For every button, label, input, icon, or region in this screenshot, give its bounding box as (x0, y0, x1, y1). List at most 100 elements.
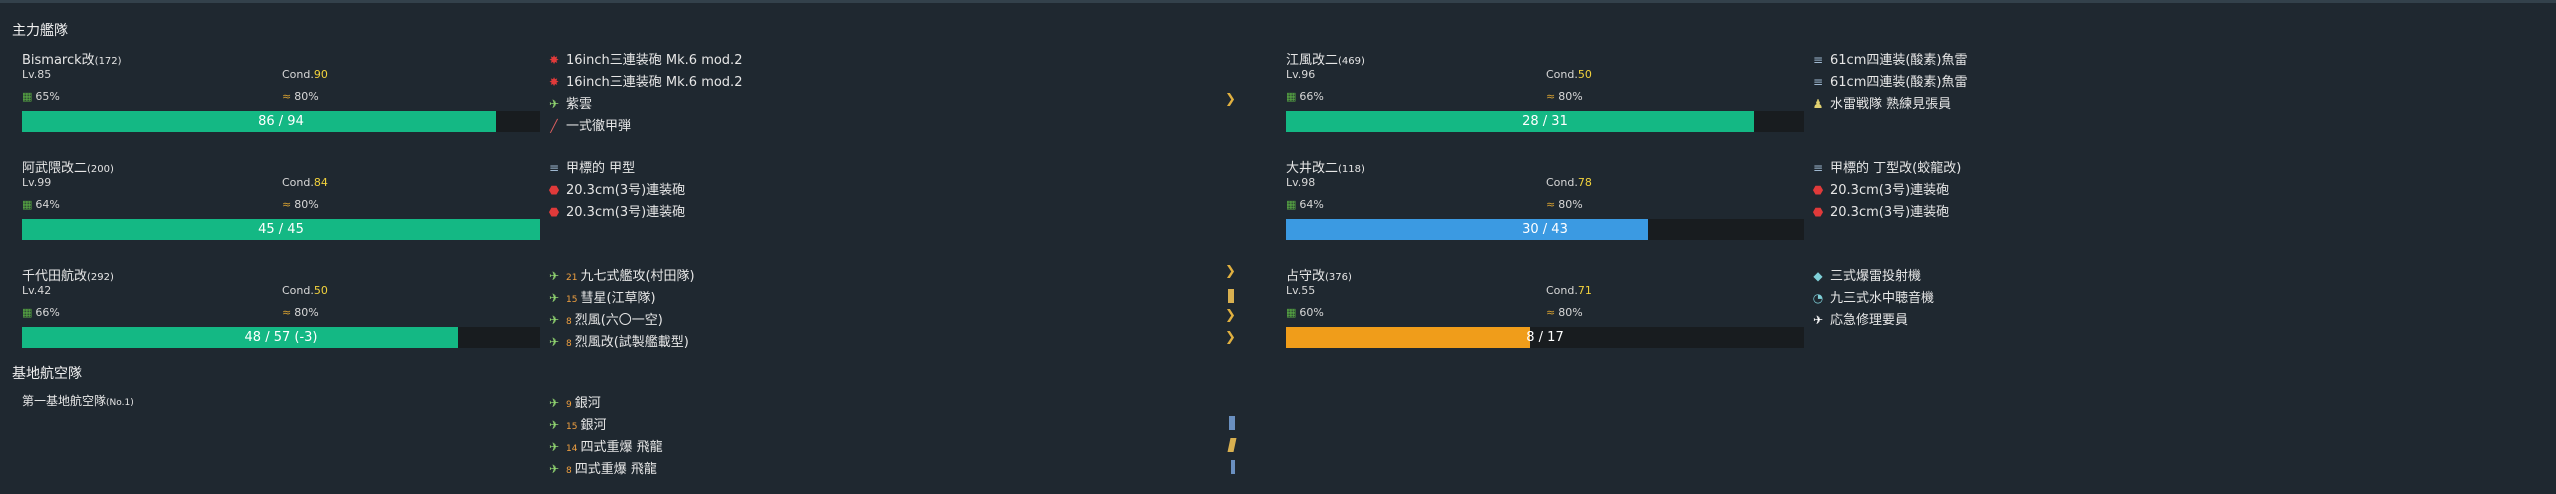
ship-level: Lv.85 (22, 68, 52, 81)
hp-text: 8 / 17 (1526, 330, 1564, 345)
ship-card[interactable]: 阿武隈改二(200) Lv.99 Cond.84 ▦ 64% ≈80% 45 / … (22, 157, 542, 241)
ship-cond: Cond.84 (282, 176, 328, 189)
proficiency-chevron-icon: ❯ (1225, 330, 1236, 345)
equip-item[interactable]: ◆ 三式爆雷投射機 (1810, 265, 1921, 284)
ship-card[interactable]: Bismarck改(172) Lv.85 Cond.90 ▦ 65% ≈80% 8… (22, 49, 542, 133)
equip-item[interactable]: ◔ 九三式水中聴音機 (1810, 287, 1934, 306)
equip-item[interactable]: ✈ 14 四式重爆 飛龍 (546, 436, 663, 455)
secondary-gun-icon: ⬣ (1812, 183, 1824, 197)
hp-text: 30 / 43 (1522, 222, 1568, 237)
ship-level: Lv.99 (22, 176, 52, 189)
ship-name: Bismarck改(172) (22, 53, 122, 68)
secondary-gun-icon: ⬣ (548, 183, 560, 197)
hp-text: 86 / 94 (258, 114, 304, 129)
equip-item[interactable]: ✈ 15 銀河 (546, 414, 607, 433)
proficiency-chevron-icon: ❯ (1225, 308, 1236, 323)
proficiency-bar-icon (1228, 289, 1234, 303)
ship-cond: Cond.78 (1546, 176, 1592, 189)
ship-card[interactable]: 江風改二(469) Lv.96 Cond.50 ▦ 66% ≈80% 28 / 3… (1286, 49, 1806, 133)
proficiency-bar-icon (1231, 460, 1235, 474)
ship-cond: Cond.50 (282, 284, 328, 297)
hp-bar: 86 / 94 (22, 111, 540, 132)
ammo-gauge: ≈80% (1546, 198, 1583, 211)
equip-item[interactable]: ✈ 21 九七式艦攻(村田隊) (546, 265, 695, 284)
ammo-gauge: ≈80% (282, 90, 319, 103)
sonar-icon: ◔ (1812, 291, 1824, 305)
equip-item[interactable]: ⬣ 20.3cm(3号)連装砲 (1810, 179, 1949, 198)
ammo-icon: ≈ (282, 90, 292, 103)
hp-text: 28 / 31 (1522, 114, 1568, 129)
equip-item[interactable]: ≡ 61cm四連装(酸素)魚雷 (1810, 71, 1968, 90)
ammo-gauge: ≈80% (1546, 90, 1583, 103)
fuel-gauge: ▦ 64% (1286, 198, 1324, 211)
torpedo-bomber-icon: ✈ (548, 269, 560, 283)
equip-item[interactable]: ⬣ 20.3cm(3号)連装砲 (1810, 201, 1949, 220)
hp-bar: 48 / 57 (-3) (22, 327, 540, 348)
depth-charge-icon: ◆ (1813, 269, 1823, 283)
fuel-icon: ▦ (22, 90, 33, 103)
ship-name: 江風改二(469) (1286, 53, 1365, 68)
ship-card[interactable]: 占守改(376) Lv.55 Cond.71 ▦ 60% ≈80% 8 / 17 (1286, 265, 1806, 349)
fuel-icon: ▦ (22, 198, 33, 211)
hp-bar: 45 / 45 (22, 219, 540, 240)
torpedo-icon: ≡ (1812, 75, 1824, 89)
ship-level: Lv.96 (1286, 68, 1316, 81)
hp-bar: 30 / 43 (1286, 219, 1804, 240)
proficiency-bar-icon (1229, 416, 1235, 430)
repair-icon: ✈ (1812, 313, 1824, 327)
shell-icon: ╱ (550, 119, 558, 133)
fuel-icon: ▦ (22, 306, 33, 319)
equip-item[interactable]: ✈ 紫雲 (546, 93, 592, 112)
ship-level: Lv.55 (1286, 284, 1316, 297)
land-bomber-icon: ✈ (548, 440, 560, 454)
proficiency-chevron-icon: ❯ (1225, 264, 1236, 279)
base-air-corps-name: 第一基地航空隊(No.1) (22, 394, 134, 408)
top-border (0, 0, 2556, 3)
equip-item[interactable]: ✈ 8 烈風改(試製艦載型) (546, 331, 689, 350)
secondary-gun-icon: ⬣ (548, 205, 560, 219)
fuel-gauge: ▦ 66% (22, 306, 60, 319)
ammo-icon: ≈ (1546, 198, 1556, 211)
equip-item[interactable]: ≡ 甲標的 甲型 (546, 157, 635, 176)
fuel-gauge: ▦ 65% (22, 90, 60, 103)
section-title-base-air: 基地航空隊 (12, 366, 82, 382)
ship-level: Lv.42 (22, 284, 52, 297)
ammo-icon: ≈ (282, 306, 292, 319)
secondary-gun-icon: ⬣ (1812, 205, 1824, 219)
equip-item[interactable]: ⬣ 20.3cm(3号)連装砲 (546, 201, 685, 220)
equip-item[interactable]: ≡ 甲標的 丁型改(蛟龍改) (1810, 157, 1961, 176)
ship-card[interactable]: 大井改二(118) Lv.98 Cond.78 ▦ 64% ≈80% 30 / 4… (1286, 157, 1806, 241)
proficiency-bar-icon (1227, 438, 1237, 452)
equip-item[interactable]: ✈ 15 彗星(江草隊) (546, 287, 656, 306)
equip-item[interactable]: ♟ 水雷戦隊 熟練見張員 (1810, 93, 1952, 112)
fuel-icon: ▦ (1286, 306, 1297, 319)
ship-card[interactable]: 千代田航改(292) Lv.42 Cond.50 ▦ 66% ≈80% 48 / … (22, 265, 542, 349)
ship-name: 阿武隈改二(200) (22, 161, 114, 176)
equip-item[interactable]: ✈ 9 銀河 (546, 392, 601, 411)
seaplane-icon: ✈ (548, 97, 560, 111)
ship-name: 占守改(376) (1286, 269, 1352, 284)
dive-bomber-icon: ✈ (548, 291, 560, 305)
fuel-gauge: ▦ 66% (1286, 90, 1324, 103)
ship-level: Lv.98 (1286, 176, 1316, 189)
ammo-icon: ≈ (282, 198, 292, 211)
fuel-icon: ▦ (1286, 198, 1297, 211)
hp-bar: 28 / 31 (1286, 111, 1804, 132)
equip-item[interactable]: ╱ 一式徹甲弾 (546, 115, 631, 134)
proficiency-chevron-icon: ❯ (1225, 92, 1236, 107)
equip-item[interactable]: ⬣ 20.3cm(3号)連装砲 (546, 179, 685, 198)
equip-item[interactable]: ✈ 8 四式重爆 飛龍 (546, 458, 657, 477)
equip-item[interactable]: ✸ 16inch三連装砲 Mk.6 mod.2 (546, 71, 743, 90)
equip-item[interactable]: ✈ 応急修理要員 (1810, 309, 1908, 328)
equip-item[interactable]: ≡ 61cm四連装(酸素)魚雷 (1810, 49, 1968, 68)
equip-item[interactable]: ✈ 8 烈風(六〇一空) (546, 309, 663, 328)
main-gun-icon: ✸ (548, 53, 560, 67)
ammo-gauge: ≈80% (282, 306, 319, 319)
fighter-icon: ✈ (548, 335, 560, 349)
land-bomber-icon: ✈ (548, 462, 560, 476)
fighter-icon: ✈ (548, 313, 560, 327)
fuel-gauge: ▦ 60% (1286, 306, 1324, 319)
ship-name: 大井改二(118) (1286, 161, 1365, 176)
equip-item[interactable]: ✸ 16inch三連装砲 Mk.6 mod.2 (546, 49, 743, 68)
fuel-icon: ▦ (1286, 90, 1297, 103)
